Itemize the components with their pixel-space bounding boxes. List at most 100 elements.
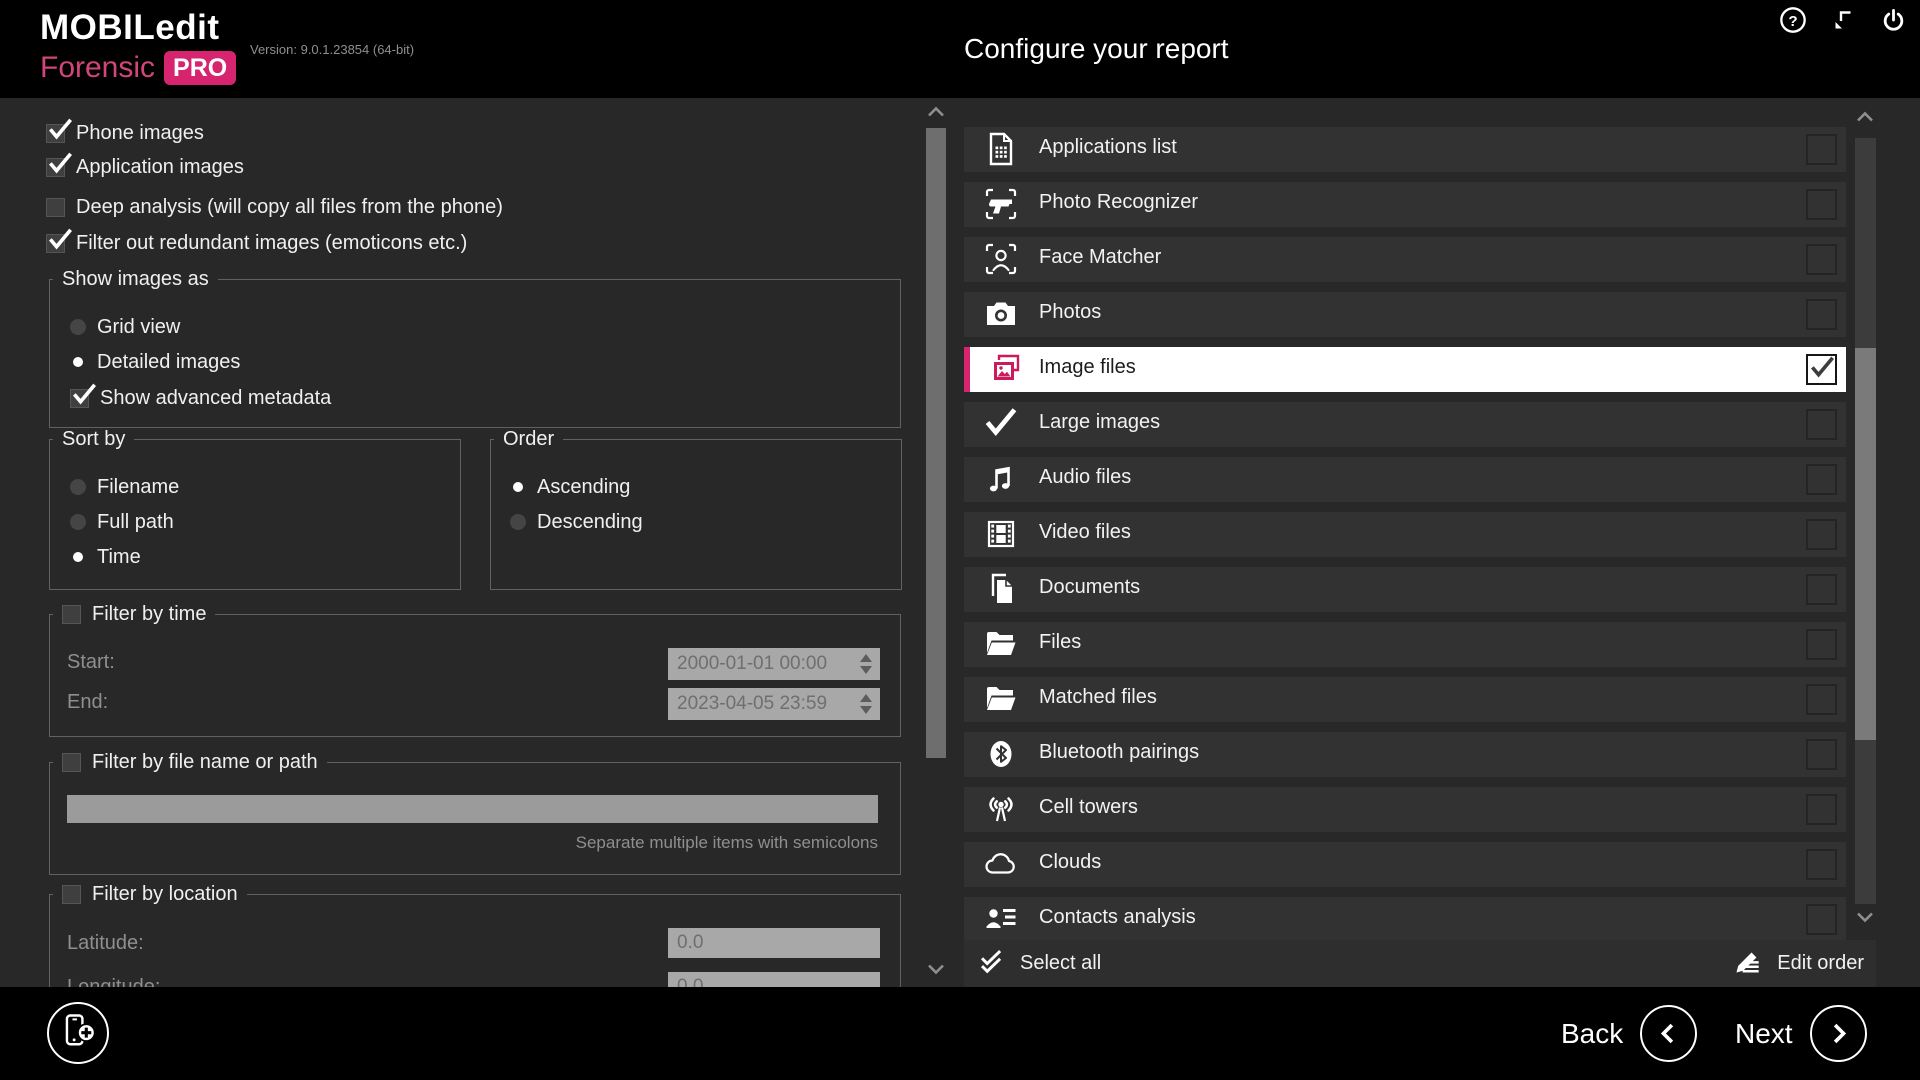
back-button[interactable]: Back [1561,987,1697,1080]
report-section-row[interactable]: Large images [964,402,1846,447]
edit-order-button[interactable]: Edit order [1732,945,1864,983]
report-section-checkbox[interactable] [1806,794,1837,825]
top-bar: MOBILedit Forensic PRO Version: 9.0.1.23… [0,0,1920,98]
report-section-row[interactable]: Cell towers [964,787,1846,832]
report-section-checkbox[interactable] [1806,409,1837,440]
chevron-down-icon[interactable] [1853,908,1877,926]
spin-up-icon[interactable] [860,694,872,702]
filter-by-name-checkbox[interactable] [62,753,81,772]
report-section-label: Documents [1039,576,1140,599]
option-radio-row[interactable]: Detailed images [70,347,240,377]
radio-button[interactable] [70,549,86,565]
report-section-row[interactable]: Contacts analysis [964,897,1846,942]
radio-button[interactable] [70,514,86,530]
power-icon[interactable] [1878,5,1908,35]
report-section-checkbox[interactable] [1806,464,1837,495]
report-section-row[interactable]: Bluetooth pairings [964,732,1846,777]
option-radio-row[interactable]: Grid view [70,312,180,342]
option-radio-row[interactable]: Full path [70,507,174,537]
report-section-checkbox[interactable] [1806,904,1837,935]
report-section-label: Large images [1039,411,1160,434]
option-radio-row[interactable]: Filename [70,472,179,502]
group-legend: Filter by time [92,603,206,626]
filename-filter-input[interactable] [67,795,878,823]
resize-window-icon[interactable] [1828,5,1858,35]
report-section-label: Bluetooth pairings [1039,741,1199,764]
logo-line2: Forensic [40,53,155,83]
filter-by-location-checkbox[interactable] [62,885,81,904]
add-phone-button[interactable] [47,1002,109,1064]
end-datetime-stepper[interactable] [852,694,880,714]
report-section-row[interactable]: Photo Recognizer [964,182,1846,227]
page-title: Configure your report [964,33,1229,65]
checkbox[interactable] [46,198,65,217]
option-checkbox-row[interactable]: Application images [46,152,244,182]
option-label: Time [97,546,141,569]
spin-up-icon[interactable] [860,654,872,662]
chevron-down-icon[interactable] [924,960,948,978]
option-radio-row[interactable]: Descending [510,507,643,537]
option-checkbox-row[interactable]: Show advanced metadata [70,383,331,413]
radio-button[interactable] [70,354,86,370]
report-section-checkbox[interactable] [1806,629,1837,660]
option-radio-row[interactable]: Time [70,542,141,572]
bottom-bar: Back Next [0,987,1920,1080]
report-section-checkbox[interactable] [1806,684,1837,715]
report-section-row[interactable]: Files [964,622,1846,667]
help-icon[interactable]: ? [1778,5,1808,35]
start-datetime-stepper[interactable] [852,654,880,674]
spin-down-icon[interactable] [860,666,872,674]
option-radio-row[interactable]: Ascending [510,472,630,502]
longitude-input[interactable]: 0.0 [668,972,880,987]
report-section-row[interactable]: Matched files [964,677,1846,722]
option-label: Detailed images [97,351,240,374]
option-checkbox-row[interactable]: Phone images [46,118,204,148]
report-section-row[interactable]: Documents [964,567,1846,612]
report-section-row[interactable]: Applications list [964,127,1846,172]
latitude-label: Latitude: [67,932,144,955]
filter-by-time-checkbox[interactable] [62,605,81,624]
radio-button[interactable] [70,319,86,335]
longitude-label: Longitude: [67,976,160,987]
checkbox[interactable] [46,234,65,253]
chevron-up-icon[interactable] [1853,108,1877,126]
checkbox[interactable] [46,158,65,177]
chevron-up-icon[interactable] [924,103,948,121]
report-section-checkbox[interactable] [1806,299,1837,330]
checkbox[interactable] [70,389,89,408]
report-section-row[interactable]: Video files [964,512,1846,557]
radio-button[interactable] [510,514,526,530]
start-datetime-input[interactable]: 2000-01-01 00:00 [668,648,880,680]
latitude-input[interactable]: 0.0 [668,928,880,958]
report-section-checkbox[interactable] [1806,739,1837,770]
left-scrollbar-thumb[interactable] [926,128,946,758]
report-section-row[interactable]: Clouds [964,842,1846,887]
report-section-checkbox[interactable] [1806,134,1837,165]
report-section-checkbox[interactable] [1806,849,1837,880]
report-section-checkbox[interactable] [1806,189,1837,220]
next-button[interactable]: Next [1735,987,1867,1080]
report-section-row[interactable]: Face Matcher [964,237,1846,282]
spin-down-icon[interactable] [860,706,872,714]
photo-recognizer-icon [983,186,1019,222]
report-section-checkbox[interactable] [1806,354,1837,385]
chevron-left-icon [1640,1005,1697,1062]
radio-button[interactable] [510,479,526,495]
report-section-row[interactable]: Photos [964,292,1846,337]
checkbox[interactable] [46,124,65,143]
right-scrollbar-thumb[interactable] [1855,348,1876,740]
report-section-row[interactable]: Audio files [964,457,1846,502]
bluetooth-icon [983,736,1019,772]
report-section-row[interactable]: Image files [964,347,1846,392]
report-section-checkbox[interactable] [1806,244,1837,275]
option-checkbox-row[interactable]: Filter out redundant images (emoticons e… [46,228,467,258]
end-datetime-input[interactable]: 2023-04-05 23:59 [668,688,880,720]
report-section-checkbox[interactable] [1806,574,1837,605]
radio-button[interactable] [70,479,86,495]
phone-plus-icon [57,1010,99,1057]
applications-list-icon [983,131,1019,167]
report-section-checkbox[interactable] [1806,519,1837,550]
select-all-button[interactable]: Select all [976,945,1101,982]
option-checkbox-row[interactable]: Deep analysis (will copy all files from … [46,192,503,222]
report-section-label: Audio files [1039,466,1131,489]
